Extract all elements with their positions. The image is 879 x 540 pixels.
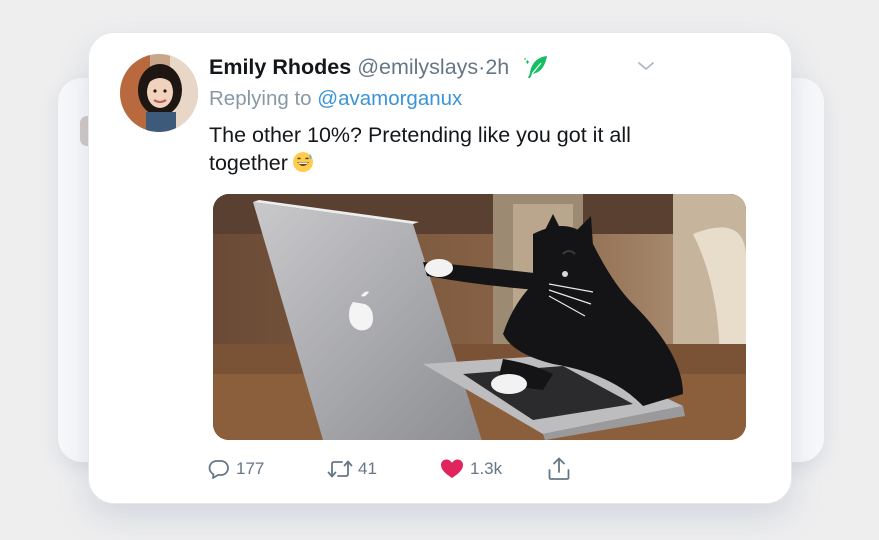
tweet-header: Emily Rhodes @emilyslays ·2h [209, 52, 671, 82]
reply-button[interactable]: 177 [207, 455, 264, 483]
heart-icon [441, 459, 463, 478]
tweet-body: The other 10%? Pretending like you got i… [209, 123, 631, 175]
share-button[interactable] [546, 455, 572, 483]
timestamp[interactable]: ·2h [478, 55, 509, 80]
display-name[interactable]: Emily Rhodes [209, 55, 351, 80]
avatar[interactable] [120, 54, 198, 132]
share-icon [548, 457, 570, 480]
retweet-icon [327, 460, 353, 478]
tweet-actions: 177 41 1.3k [207, 455, 607, 483]
reply-mention-link[interactable]: @avamorganux [317, 87, 462, 110]
user-handle[interactable]: @emilyslays [357, 55, 478, 80]
reply-icon [208, 460, 229, 479]
tweet-text: The other 10%? Pretending like you got i… [209, 121, 669, 177]
replying-prefix: Replying to [209, 87, 312, 110]
grinning-sweat-emoji [292, 152, 313, 172]
like-button[interactable]: 1.3k [439, 455, 502, 483]
tweet-stage: Emily Rhodes @emilyslays ·2h Replying to… [0, 0, 879, 540]
chevron-down-icon[interactable] [637, 57, 655, 75]
retweet-count: 41 [358, 459, 377, 478]
reply-count: 177 [236, 459, 265, 478]
feather-quill-icon [524, 56, 548, 78]
gif-media[interactable] [213, 194, 746, 440]
tweet-card[interactable]: Emily Rhodes @emilyslays ·2h Replying to… [88, 32, 792, 504]
retweet-button[interactable]: 41 [327, 455, 377, 483]
replying-to-line: Replying to @avamorganux [209, 87, 462, 111]
like-count: 1.3k [470, 459, 503, 478]
